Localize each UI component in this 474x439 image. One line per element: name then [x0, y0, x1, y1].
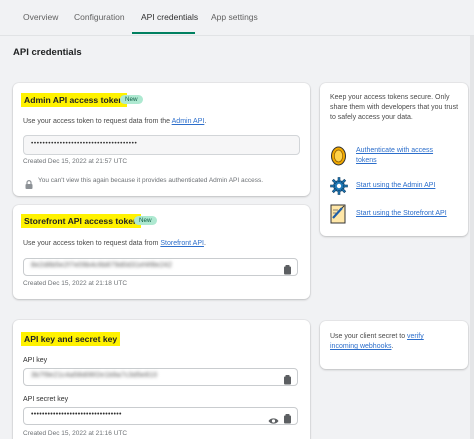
lock-icon	[25, 176, 33, 189]
api-secret-label: API secret key	[23, 396, 69, 403]
new-badge: New	[120, 95, 143, 104]
eye-icon[interactable]	[268, 412, 279, 424]
token-coin-icon	[330, 146, 347, 171]
storefront-token-field[interactable]: 8e2d8b5e2f7e09b4c6b879d0d31ef4f8e242	[23, 258, 298, 276]
admin-token-warning: You can't view this again because it pro…	[38, 177, 264, 184]
api-keys-title: API key and secret key	[21, 332, 121, 346]
admin-api-link[interactable]: Admin API	[172, 118, 205, 125]
storefront-token-title: Storefront API access token	[21, 214, 142, 228]
storefront-api-start-link[interactable]: Start using the Storefront API	[330, 204, 464, 224]
api-keys-card: API key and secret key API key 3b7f9e21c…	[13, 320, 310, 439]
api-key-label: API key	[23, 357, 48, 364]
storefront-token-card: Storefront API access token New Use your…	[13, 205, 310, 299]
admin-api-start-link[interactable]: Start using the Admin API	[330, 177, 460, 195]
admin-token-value: •••••••••••••••••••••••••••••••••••••	[31, 140, 138, 147]
api-keys-created: Created Dec 15, 2022 at 21:16 UTC	[23, 430, 128, 437]
admin-token-title: Admin API access token	[21, 93, 127, 107]
storefront-token-created: Created Dec 15, 2022 at 21:18 UTC	[23, 280, 128, 287]
authenticate-tokens-link[interactable]: Authenticate with access tokens	[330, 145, 460, 167]
api-secret-value: •••••••••••••••••••••••••••••••••	[31, 411, 122, 418]
client-secret-tips-card: Use your client secret to verify incoming…	[320, 321, 468, 369]
token-tips-card: Keep your access tokens secure. Only sha…	[320, 83, 468, 236]
client-secret-text: Use your client secret to verify incoming…	[330, 333, 424, 350]
active-tab-indicator	[132, 32, 195, 34]
storefront-token-value: 8e2d8b5e2f7e09b4c6b879d0d31ef4f8e242	[31, 262, 173, 269]
admin-token-field[interactable]: •••••••••••••••••••••••••••••••••••••	[23, 135, 300, 155]
storefront-doc-icon	[330, 204, 348, 229]
admin-token-description: Use your access token to request data fr…	[23, 118, 207, 125]
tab-overview[interactable]: Overview	[21, 12, 60, 22]
storefront-api-link[interactable]: Storefront API	[160, 240, 204, 247]
admin-token-card: Admin API access token New Use your acce…	[13, 83, 310, 196]
tab-app-settings[interactable]: App settings	[209, 12, 260, 22]
admin-token-created: Created Dec 15, 2022 at 21:57 UTC	[23, 158, 128, 165]
copy-icon[interactable]	[283, 372, 293, 385]
tab-api-credentials[interactable]: API credentials	[139, 12, 200, 22]
verify-webhooks-link-cont[interactable]: incoming webhooks	[330, 343, 391, 350]
token-tips-text: Keep your access tokens secure. Only sha…	[330, 94, 459, 121]
new-badge: New	[134, 216, 157, 225]
copy-icon[interactable]	[283, 411, 293, 424]
storefront-token-description: Use your access token to request data fr…	[23, 240, 206, 247]
tab-configuration[interactable]: Configuration	[72, 12, 127, 22]
api-key-field[interactable]: 3b7f9e21c4a58d06f2e1b9a7c3d5e810	[23, 368, 298, 386]
tab-bar: Overview Configuration API credentials A…	[0, 0, 474, 36]
api-key-value: 3b7f9e21c4a58d06f2e1b9a7c3d5e810	[31, 372, 158, 379]
scrollbar[interactable]	[470, 36, 474, 439]
copy-icon[interactable]	[283, 262, 293, 275]
verify-webhooks-link[interactable]: verify	[407, 333, 424, 340]
gear-icon	[330, 177, 348, 200]
page-title: API credentials	[13, 47, 82, 58]
api-secret-field[interactable]: •••••••••••••••••••••••••••••••••	[23, 407, 298, 425]
